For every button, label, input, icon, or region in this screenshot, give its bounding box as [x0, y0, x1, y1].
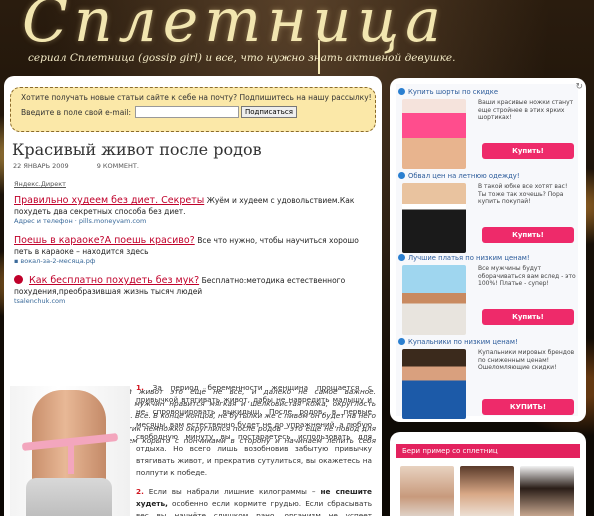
ad-item: Правильно худеем без диет. Секреты Жуём … [14, 195, 376, 226]
examples-widget: Бери пример со сплетниц [390, 432, 586, 516]
shop-item[interactable]: Обвал цен на летнюю одежду! В такой юбке… [396, 172, 578, 254]
site-tagline: сериал Сплетница (gossip girl) и все, чт… [28, 52, 456, 64]
ad-favicon-icon [14, 275, 23, 284]
subscribe-prompt: Хотите получать новые статьи сайте к себ… [21, 93, 372, 102]
shop-item[interactable]: Лучшие платья по низким ценам! Все мужчи… [396, 254, 578, 336]
shop-item-title[interactable]: Лучшие платья по низким ценам! [398, 254, 530, 262]
ad-url[interactable]: Адрес и телефон · pills.moneyvam.com [14, 217, 376, 226]
measuring-tape-end [68, 444, 74, 474]
shop-item-desc: Все мужчины будут оборачиваться вам всле… [478, 265, 576, 288]
paragraph-number: 1. [136, 383, 144, 392]
ad-item: Как бесплатно похудеть без мук? Бесплатн… [14, 275, 376, 306]
dress-image[interactable] [402, 265, 466, 335]
shop-item-title-text[interactable]: Купить шорты по скидке [408, 88, 498, 96]
subscribe-form: Введите в поле свой e-mail: Подписаться [21, 106, 365, 118]
buy-button[interactable]: Купить! [482, 227, 574, 243]
site-logo[interactable]: Сплетница [22, 0, 447, 56]
paragraph-number: 2. [136, 486, 144, 496]
shop-logo-icon [398, 88, 405, 95]
shop-item-desc: Ваши красивые ножки станут еще стройнее … [478, 99, 574, 122]
ad-url[interactable]: ▪ вокал-за-2-месяца.рф [14, 257, 376, 266]
shop-logo-icon [398, 338, 405, 345]
shop-item[interactable]: Купальники по низким ценам! Купальники м… [396, 338, 578, 420]
comments-link[interactable]: 9 КОММЕНТ. [97, 162, 139, 170]
shop-logo-icon [398, 172, 405, 179]
shop-item-title-text[interactable]: Обвал цен на летнюю одежду! [408, 172, 520, 180]
shop-widget: Купить шорты по скидке Ваши красивые нож… [390, 78, 586, 422]
example-thumbnail[interactable] [400, 466, 454, 516]
ad-link[interactable]: Поешь в караоке?А поешь красиво? [14, 235, 195, 246]
buy-button[interactable]: КУПИТЬ! [482, 399, 574, 415]
shop-logo-icon [398, 254, 405, 261]
article-body: 1. За период беременности женщина прощае… [136, 382, 372, 516]
post-meta: 22 ЯНВАРЬ 2009 9 КОММЕНТ. [13, 162, 165, 170]
shop-item-desc: Купальники мировых брендов по сниженным … [478, 349, 575, 372]
example-thumbnail[interactable] [460, 466, 514, 516]
ad-link[interactable]: Правильно худеем без диет. Секреты [14, 195, 204, 206]
ad-item: Поешь в караоке?А поешь красиво? Все что… [14, 235, 376, 266]
paragraph-text: особенно если кормите грудью. Если сбрас… [136, 498, 372, 516]
refresh-icon[interactable]: ↻ [575, 82, 583, 92]
ads-label[interactable]: Яндекс.Директ [14, 180, 376, 188]
shorts-image[interactable] [402, 99, 466, 169]
buy-button[interactable]: Купить! [482, 143, 574, 159]
photo-pants [26, 478, 112, 516]
paragraph-text: Если вы набрали лишние килограммы – [148, 486, 316, 496]
site-header: Сплетница сериал Сплетница (gossip girl)… [0, 0, 594, 76]
article-paragraph: 1. За период беременности женщина прощае… [136, 382, 372, 480]
shop-item-title[interactable]: Купальники по низким ценам! [398, 338, 518, 346]
example-thumbnail[interactable] [520, 466, 574, 516]
examples-title: Бери пример со сплетниц [396, 444, 580, 458]
shop-item[interactable]: Купить шорты по скидке Ваши красивые нож… [396, 88, 578, 170]
flag-icon: ▪ [14, 257, 19, 265]
email-label: Введите в поле свой e-mail: [21, 107, 132, 117]
ad-url-text[interactable]: вокал-за-2-месяца.рф [20, 257, 95, 265]
post-date: 22 ЯНВАРЬ 2009 [13, 162, 69, 170]
ad-link[interactable]: Как бесплатно похудеть без мук? [29, 275, 199, 286]
shop-item-title-text[interactable]: Купальники по низким ценам! [408, 338, 518, 346]
shop-item-desc: В такой юбке все хотят вас! Ты тоже так … [478, 183, 568, 206]
subscribe-box: Хотите получать новые статьи сайте к себ… [10, 87, 376, 132]
buy-button[interactable]: Купить! [482, 309, 574, 325]
yandex-direct-ads: Яндекс.Директ Правильно худеем без диет.… [14, 180, 376, 306]
shop-list[interactable]: Купить шорты по скидке Ваши красивые нож… [396, 84, 578, 419]
subscribe-button[interactable]: Подписаться [241, 106, 297, 118]
post-title[interactable]: Красивый живот после родов [12, 140, 262, 159]
article-paragraph: 2. Если вы набрали лишние килограммы – н… [136, 486, 372, 516]
swimsuit-image[interactable] [402, 349, 466, 419]
ad-url[interactable]: tsalenchuk.com [14, 297, 376, 306]
paragraph-text: За период беременности женщина прощается… [136, 383, 372, 478]
skirt-image[interactable] [402, 183, 466, 253]
email-field[interactable] [135, 106, 240, 118]
shop-item-title-text[interactable]: Лучшие платья по низким ценам! [408, 254, 530, 262]
shop-item-title[interactable]: Купить шорты по скидке [398, 88, 498, 96]
shop-item-title[interactable]: Обвал цен на летнюю одежду! [398, 172, 520, 180]
article-photo [10, 386, 130, 516]
